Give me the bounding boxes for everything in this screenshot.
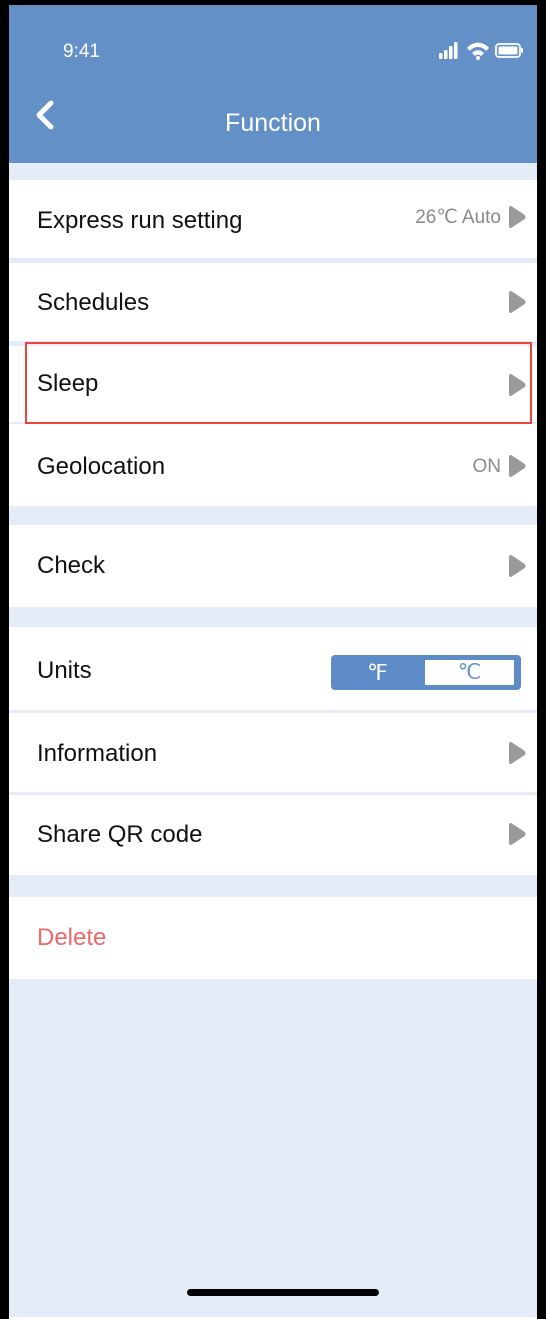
row-express-run-setting[interactable]: Express run setting 26℃ Auto bbox=[9, 180, 537, 258]
chevron-right-icon bbox=[509, 291, 526, 313]
row-share-qr-code[interactable]: Share QR code bbox=[9, 795, 537, 875]
chevron-right-icon bbox=[509, 555, 526, 577]
row-check[interactable]: Check bbox=[9, 525, 537, 607]
units-toggle[interactable]: ℉ ℃ bbox=[331, 655, 521, 690]
chevron-right-icon bbox=[509, 206, 526, 228]
row-schedules[interactable]: Schedules bbox=[9, 263, 537, 341]
row-information[interactable]: Information bbox=[9, 713, 537, 792]
row-delete[interactable]: Delete bbox=[9, 897, 537, 979]
geolocation-value: ON bbox=[472, 456, 502, 477]
row-label: Share QR code bbox=[37, 821, 203, 848]
row-label: Geolocation bbox=[37, 453, 166, 480]
battery-icon bbox=[495, 43, 523, 58]
chevron-right-icon bbox=[509, 823, 526, 845]
wifi-icon bbox=[467, 42, 489, 60]
chevron-right-icon bbox=[509, 374, 526, 396]
phone-screen: 9:41 Function Express run setting 26℃ Au… bbox=[0, 0, 546, 1319]
row-sleep[interactable]: Sleep bbox=[9, 346, 537, 422]
signal-icon bbox=[439, 42, 458, 59]
app-header: 9:41 Function bbox=[9, 5, 537, 163]
status-time: 9:41 bbox=[63, 41, 100, 62]
row-geolocation[interactable]: Geolocation ON bbox=[9, 424, 537, 506]
unit-celsius-option[interactable]: ℃ bbox=[425, 660, 514, 685]
row-label: Information bbox=[37, 740, 158, 767]
row-label: Express run setting bbox=[37, 207, 243, 234]
express-run-value: 26℃ Auto bbox=[415, 207, 501, 228]
unit-fahrenheit-option[interactable]: ℉ bbox=[331, 655, 424, 690]
home-indicator[interactable] bbox=[187, 1289, 379, 1296]
row-label: Check bbox=[37, 552, 106, 579]
chevron-right-icon bbox=[509, 455, 526, 477]
row-label: Sleep bbox=[37, 370, 99, 397]
chevron-right-icon bbox=[509, 742, 526, 764]
status-icons bbox=[439, 42, 523, 60]
row-label: Schedules bbox=[37, 289, 150, 316]
delete-button[interactable]: Delete bbox=[37, 924, 106, 952]
row-label: Units bbox=[37, 657, 92, 684]
page-title: Function bbox=[225, 109, 321, 137]
